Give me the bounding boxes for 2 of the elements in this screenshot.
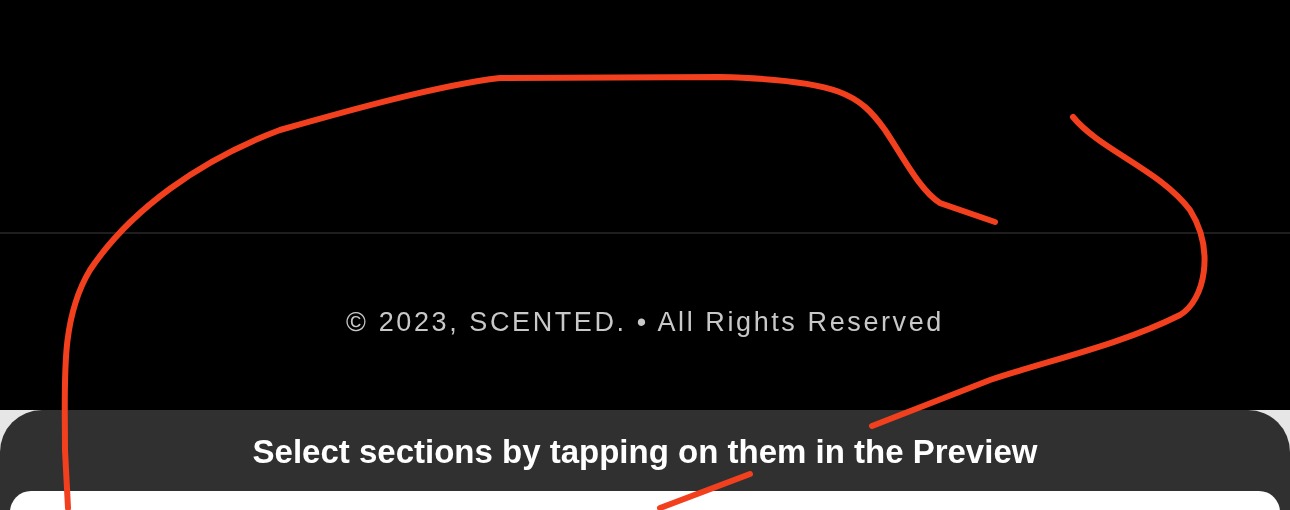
sheet-instruction: Select sections by tapping on them in the Preview <box>252 432 1038 469</box>
copyright-text: © 2023, SCENTED. • All Rights Reserved <box>346 306 944 338</box>
